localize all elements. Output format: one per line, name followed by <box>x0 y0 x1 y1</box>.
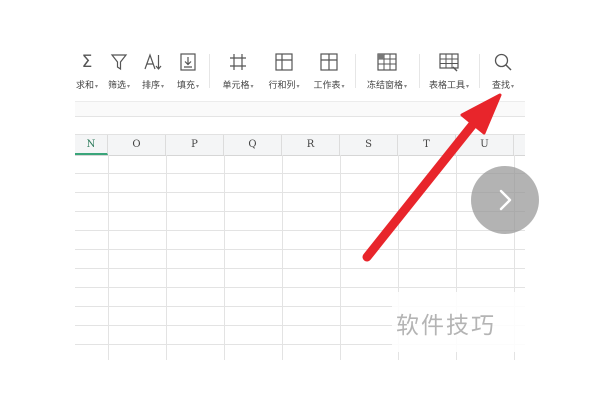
cell-label: 单元格 <box>222 81 250 91</box>
sum-button[interactable]: Σ 求和▾ <box>75 48 99 98</box>
grid-col-line <box>166 155 167 360</box>
grid-row-line <box>75 268 525 269</box>
row-col-icon <box>275 53 293 71</box>
grid-row-line <box>75 249 525 250</box>
search-icon <box>494 53 512 71</box>
column-header-u[interactable]: U <box>456 135 514 155</box>
sum-icon: Σ <box>81 52 93 72</box>
worksheet-icon <box>320 53 338 71</box>
find-button[interactable]: 查找▾ <box>485 48 521 98</box>
row-col-label: 行和列 <box>268 81 296 91</box>
table-tools-button[interactable]: 表格工具▾ <box>425 48 473 98</box>
sort-icon <box>144 53 162 70</box>
dropdown-caret-icon: ▾ <box>250 83 254 90</box>
dropdown-caret-icon: ▾ <box>95 83 99 90</box>
formula-bar[interactable] <box>75 102 525 116</box>
cell-icon <box>230 54 246 70</box>
toolbar-separator <box>355 54 356 88</box>
dropdown-caret-icon: ▾ <box>511 83 515 90</box>
freeze-panes-label: 冻结窗格 <box>366 81 403 91</box>
grid-row-line <box>75 192 525 193</box>
dropdown-caret-icon: ▾ <box>161 83 165 90</box>
freeze-panes-button[interactable]: 冻结窗格▾ <box>363 48 411 98</box>
column-header-o[interactable]: O <box>108 135 166 155</box>
grid-col-line <box>282 155 283 360</box>
filter-icon <box>110 54 128 71</box>
sum-label: 求和 <box>75 81 94 91</box>
grid-col-line <box>108 155 109 360</box>
freeze-panes-icon <box>377 53 397 71</box>
column-header-n[interactable]: N <box>75 135 108 155</box>
filter-label: 筛选 <box>107 81 126 91</box>
fill-button[interactable]: 填充▾ <box>173 48 203 98</box>
grid-row-line <box>75 230 525 231</box>
grid-row-line <box>75 173 525 174</box>
watermark: 软件技巧 <box>392 292 542 352</box>
fill-icon <box>180 53 196 71</box>
dropdown-caret-icon: ▾ <box>466 83 470 90</box>
toolbar-separator <box>479 54 480 88</box>
watermark-text: 软件技巧 <box>396 313 496 339</box>
table-tools-label: 表格工具 <box>428 81 465 91</box>
sort-label: 排序 <box>141 81 160 91</box>
column-header-t[interactable]: T <box>398 135 456 155</box>
grid-col-line <box>340 155 341 360</box>
table-tools-icon <box>439 53 459 72</box>
column-header-q[interactable]: Q <box>224 135 282 155</box>
dropdown-caret-icon: ▾ <box>296 83 300 90</box>
chevron-right-icon <box>499 189 512 211</box>
formula-bar-divider <box>75 116 525 117</box>
column-header-s[interactable]: S <box>340 135 398 155</box>
column-header-p[interactable]: P <box>166 135 224 155</box>
grid-row-line <box>75 287 525 288</box>
dropdown-caret-icon: ▾ <box>341 83 345 90</box>
row-col-button[interactable]: 行和列▾ <box>265 48 303 98</box>
fill-label: 填充 <box>176 81 195 91</box>
dropdown-caret-icon: ▾ <box>404 83 408 90</box>
grid-row-line <box>75 211 525 212</box>
toolbar-separator <box>209 54 210 88</box>
dropdown-caret-icon: ▾ <box>127 83 131 90</box>
grid-col-line <box>224 155 225 360</box>
find-label: 查找 <box>491 81 510 91</box>
cell-button[interactable]: 单元格▾ <box>219 48 257 98</box>
ribbon-toolbar: Σ 求和▾ 筛选▾ 排序▾ 填充▾ 单元格▾ 行和列▾ 工作表▾ 冻结窗格▾ 表… <box>75 48 525 98</box>
column-header-row: N O P Q R S T U <box>75 134 525 156</box>
toolbar-separator <box>419 54 420 88</box>
worksheet-button[interactable]: 工作表▾ <box>309 48 349 98</box>
sort-button[interactable]: 排序▾ <box>139 48 167 98</box>
column-header-r[interactable]: R <box>282 135 340 155</box>
worksheet-label: 工作表 <box>313 81 341 91</box>
filter-button[interactable]: 筛选▾ <box>105 48 133 98</box>
dropdown-caret-icon: ▾ <box>196 83 200 90</box>
next-slide-button[interactable] <box>471 166 539 234</box>
